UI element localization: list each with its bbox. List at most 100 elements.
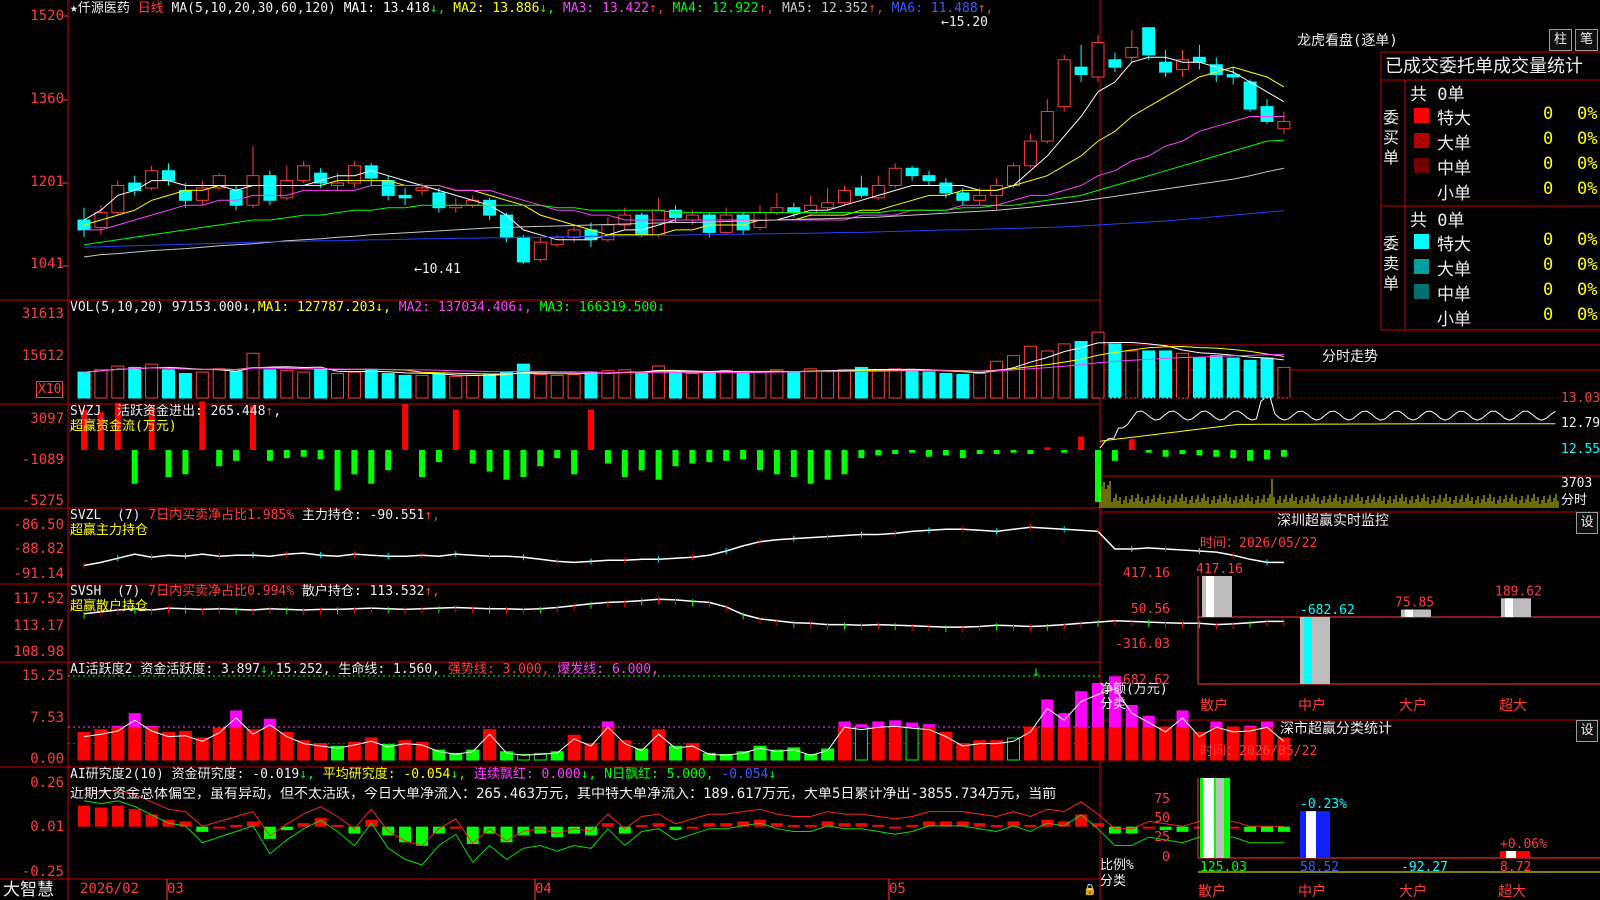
classify-settings-button[interactable]: 设 bbox=[1576, 720, 1598, 742]
vol-unit-badge[interactable]: X10 bbox=[36, 381, 64, 398]
classify-top-label: -0.23% bbox=[1300, 797, 1347, 812]
fenshi-tick: 13.03 bbox=[1561, 391, 1600, 406]
volume-bar bbox=[753, 371, 767, 399]
ma-value-5: MA5: 12.352 bbox=[782, 1, 869, 16]
research-bar bbox=[889, 826, 902, 829]
volume-bar bbox=[1125, 350, 1139, 399]
activity-bar-top bbox=[263, 718, 276, 727]
research-bar bbox=[703, 823, 716, 827]
candle-body bbox=[1260, 106, 1274, 122]
activity-bar bbox=[1074, 726, 1088, 761]
fund-flow-bar bbox=[959, 450, 966, 459]
buy-orders-label: 委买单 bbox=[1383, 108, 1400, 167]
activity-bar bbox=[1091, 726, 1105, 761]
classify-bar-3-highlight bbox=[1506, 851, 1516, 858]
volume-bar bbox=[195, 371, 209, 399]
volume-bar bbox=[990, 360, 1004, 399]
activity-bar-top bbox=[872, 721, 885, 727]
research-bar bbox=[196, 826, 209, 832]
lock-icon[interactable]: 🔒 bbox=[1083, 882, 1097, 897]
fenshi-tick: 12.79 bbox=[1561, 416, 1600, 431]
volume-bar bbox=[567, 373, 581, 399]
volume-bar bbox=[821, 370, 835, 399]
activity-bar bbox=[128, 726, 142, 761]
classify-category: 中户 bbox=[1298, 883, 1326, 900]
sell-order-percent: 0% bbox=[1577, 255, 1598, 275]
svzl-subtitle: 超赢主力持仓 bbox=[70, 523, 149, 538]
ma-values: MA1: 13.418↓, MA2: 13.886↓, MA3: 13.422↑… bbox=[344, 1, 994, 16]
fund-flow-bar bbox=[351, 450, 358, 475]
buy-order-volume: 0 bbox=[1543, 154, 1554, 174]
bar-view-button[interactable]: 柱 bbox=[1549, 29, 1572, 51]
classify-title: 深市超赢分类统计 bbox=[1280, 721, 1392, 737]
candle-body bbox=[1091, 42, 1105, 78]
monitor-settings-button[interactable]: 设 bbox=[1576, 512, 1598, 534]
classify-xlabel: 分类 bbox=[1100, 874, 1127, 889]
fund-flow-bar bbox=[706, 450, 713, 463]
ai-hy-header: AI活跃度2 资金活跃度: 3.897↓,15.252, 生命线: 1.560,… bbox=[70, 662, 659, 677]
volume-bar bbox=[398, 374, 412, 399]
sell-total: 共 0单 bbox=[1410, 211, 1465, 231]
fenshi-vol-label: 分时 bbox=[1561, 493, 1588, 508]
brand-logo: 大智慧 bbox=[3, 880, 54, 900]
fund-flow-bar bbox=[638, 450, 645, 471]
monitor-title: 深圳超赢实时监控 bbox=[1277, 513, 1389, 529]
classify-category: 超大 bbox=[1498, 884, 1526, 900]
candle-body bbox=[1159, 61, 1173, 73]
monitor-time: 时间：2026/05/22 bbox=[1200, 536, 1318, 551]
sell-order-percent: 0% bbox=[1577, 280, 1598, 300]
research-bar bbox=[635, 824, 648, 827]
sell-order-volume: 0 bbox=[1543, 305, 1554, 325]
activity-bar-top bbox=[923, 724, 935, 727]
fund-flow-bar bbox=[131, 450, 138, 484]
research-bar bbox=[601, 823, 614, 827]
fund-flow-bar bbox=[773, 450, 780, 475]
research-bar bbox=[618, 826, 631, 834]
ai-yj-tick: 0.26 bbox=[30, 775, 64, 791]
monitor-bar-highlight bbox=[1405, 609, 1413, 617]
activity-bar-top bbox=[1176, 710, 1189, 727]
candle-body bbox=[635, 214, 649, 236]
candle-body bbox=[1040, 111, 1054, 142]
activity-bar-top bbox=[838, 721, 851, 727]
fund-flow-bar bbox=[1027, 450, 1034, 455]
ma-arrow: ↑, bbox=[758, 1, 783, 16]
candle-body bbox=[871, 185, 885, 199]
classify-tick: 50 bbox=[1154, 811, 1170, 826]
volume-bar bbox=[1192, 357, 1206, 399]
activity-bar bbox=[1108, 726, 1122, 761]
sell-order-percent: 0% bbox=[1577, 305, 1598, 325]
volume-bar bbox=[347, 371, 361, 399]
activity-bar-top bbox=[111, 725, 124, 727]
monitor-category: 中户 bbox=[1298, 697, 1326, 714]
classify-bottom-value: 8.72 bbox=[1500, 860, 1531, 875]
tick-view-button[interactable]: 笔 bbox=[1575, 29, 1598, 51]
fund-flow-bar bbox=[1264, 450, 1270, 460]
fund-flow-bar bbox=[300, 450, 307, 457]
price-tick: 1520 bbox=[30, 8, 64, 24]
research-bar bbox=[855, 823, 868, 827]
period-label[interactable]: 日线 bbox=[138, 1, 164, 16]
candle-body bbox=[1142, 27, 1156, 56]
fund-flow-bar bbox=[757, 450, 763, 471]
classify-category: 散户 bbox=[1198, 883, 1226, 900]
lhb-tab[interactable]: 已成交委托单成交量统计 bbox=[1385, 56, 1583, 78]
classify-bar-1-highlight bbox=[1306, 811, 1316, 858]
favorite-star-icon[interactable]: ★ bbox=[70, 1, 78, 16]
monitor-category: 超大 bbox=[1499, 698, 1527, 714]
classify-category: 大户 bbox=[1399, 883, 1427, 900]
candle-body bbox=[145, 170, 159, 189]
ma-params: MA(5,10,20,30,60,120) bbox=[171, 1, 336, 16]
fenshi-vol-top: 3703 bbox=[1561, 476, 1593, 491]
fund-flow-bar bbox=[926, 450, 932, 457]
activity-bar bbox=[1176, 726, 1189, 761]
svsh-header: SVSH (7) 7日内买卖净占比0.994% 散户持仓: 113.532↑, bbox=[70, 584, 441, 599]
research-bar bbox=[466, 826, 479, 845]
price-tick: 1041 bbox=[30, 256, 64, 272]
fund-flow-bar bbox=[892, 450, 899, 455]
research-bar bbox=[1244, 826, 1257, 832]
candle-body bbox=[973, 194, 987, 201]
fund-flow-bar bbox=[385, 450, 392, 471]
activity-bar-top bbox=[1210, 721, 1223, 727]
date-start: 2026/02 bbox=[80, 881, 140, 897]
